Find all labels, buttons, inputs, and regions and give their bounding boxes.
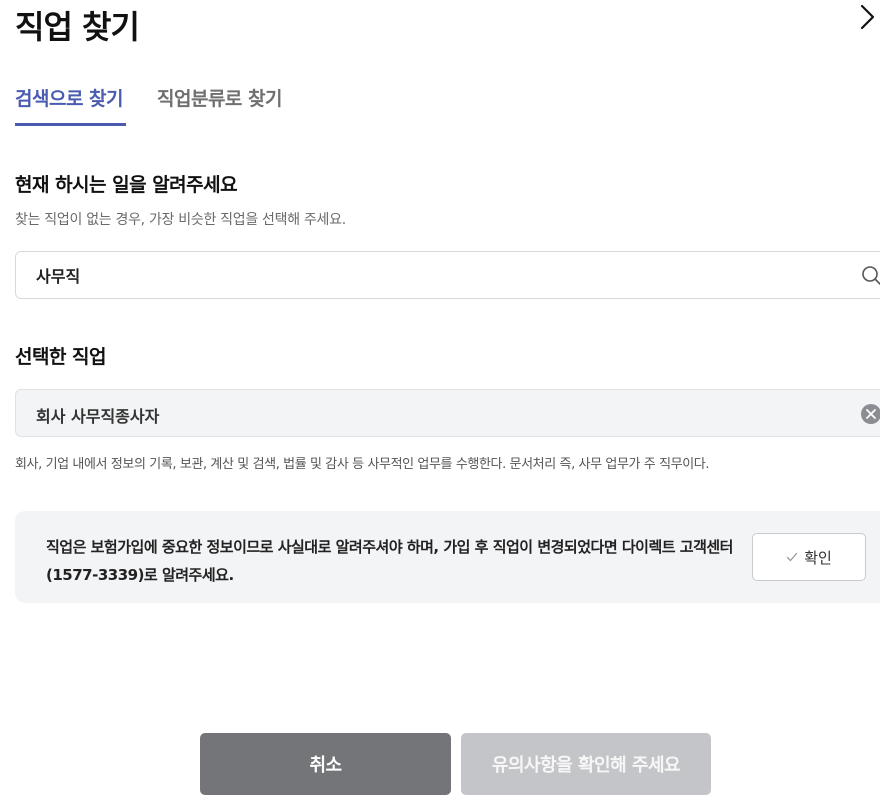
notice-panel: 직업은 보험가입에 중요한 정보이므로 사실대로 알려주셔야 하며, 가입 후 … [15,511,880,603]
check-icon [787,552,798,562]
notice-text: 직업은 보험가입에 중요한 정보이므로 사실대로 알려주셔야 하며, 가입 후 … [46,538,733,584]
tab-search[interactable]: 검색으로 찾기 [15,84,124,111]
search-input[interactable] [36,265,816,284]
submit-button[interactable]: 유의사항을 확인해 주세요 [461,733,711,795]
selected-heading: 선택한 직업 [15,346,107,368]
selected-job-value: 회사 사무직종사자 [36,407,160,426]
job-search-page: 직업 찾기 검색으로 찾기 직업분류로 찾기 현재 하시는 일을 알려주세요 찾… [0,0,880,810]
active-tab-indicator [15,123,126,126]
clear-icon[interactable] [860,403,880,425]
job-description: 회사, 기업 내에서 정보의 기록, 보관, 계산 및 검색, 법률 및 감사 … [15,457,710,472]
confirm-button[interactable]: 확인 [752,533,866,581]
search-field[interactable] [15,251,880,299]
search-hint: 찾는 직업이 없는 경우, 가장 비슷한 직업을 선택해 주세요. [15,212,346,228]
search-heading: 현재 하시는 일을 알려주세요 [15,174,238,196]
cancel-button[interactable]: 취소 [200,733,451,795]
chevron-right-icon[interactable] [858,2,880,32]
tab-category[interactable]: 직업분류로 찾기 [157,84,282,111]
confirm-label: 확인 [804,548,832,567]
selected-job-field: 회사 사무직종사자 [15,389,880,437]
page-title: 직업 찾기 [15,8,140,46]
search-icon[interactable] [861,265,880,287]
